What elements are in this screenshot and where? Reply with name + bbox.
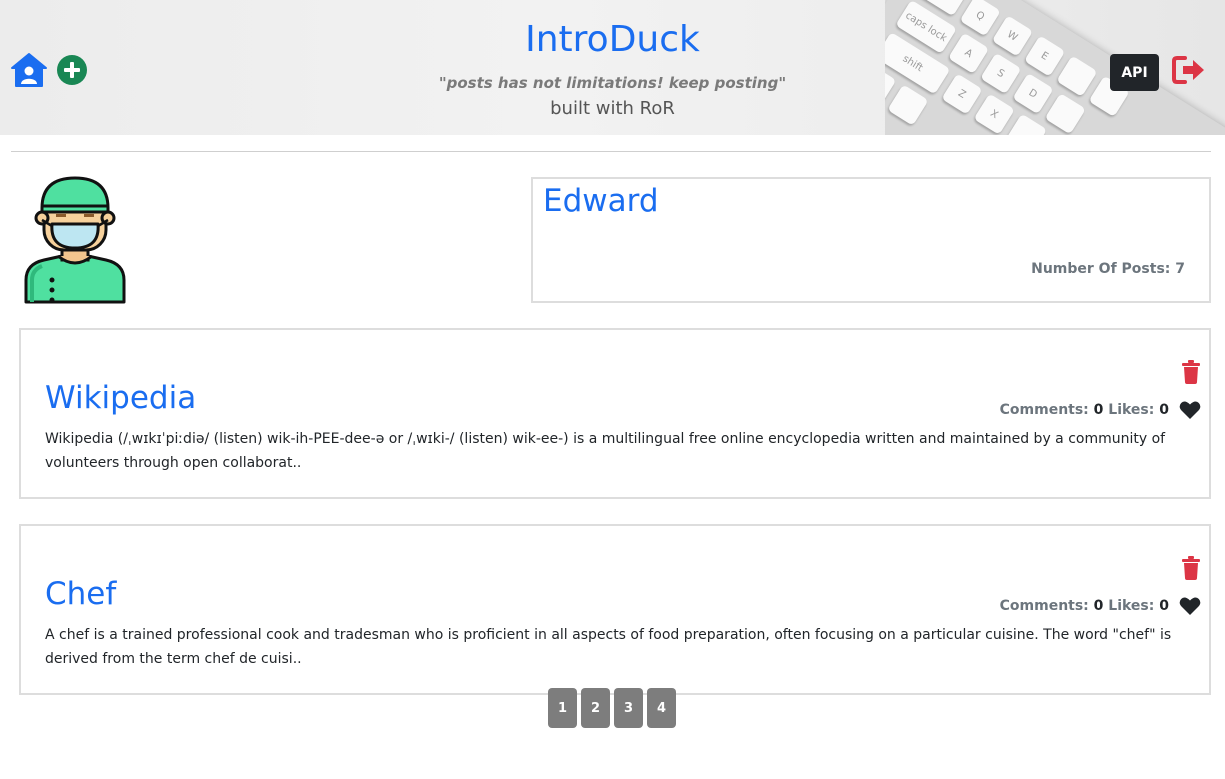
key-w: W (991, 15, 1034, 57)
trash-icon[interactable] (1181, 556, 1201, 580)
page-3-button[interactable]: 3 (614, 688, 643, 728)
post-title[interactable]: Wikipedia (45, 380, 196, 416)
likes-label: Likes: (1108, 402, 1155, 418)
key-x: X (973, 93, 1015, 135)
post-card: Chef Comments: 0 Likes: 0 A chef is a tr… (19, 524, 1211, 695)
key-blank (887, 84, 929, 126)
site-title[interactable]: IntroDuck (525, 18, 700, 62)
key-q: Q (959, 0, 1001, 37)
heart-icon[interactable] (1179, 596, 1201, 616)
user-home-icon[interactable] (10, 52, 48, 88)
key-e: E (1024, 35, 1066, 77)
header-left-actions (10, 52, 88, 88)
comments-label: Comments: (999, 598, 1089, 614)
key-blank (1005, 113, 1048, 135)
post-excerpt: A chef is a trained professional cook an… (45, 627, 1172, 667)
trash-icon[interactable] (1181, 360, 1201, 384)
comments-count: 0 (1093, 402, 1104, 418)
page-4-button[interactable]: 4 (647, 688, 676, 728)
doctor-avatar (24, 176, 126, 304)
profile-card: Edward Number Of Posts: 7 (531, 177, 1211, 303)
header-divider (11, 151, 1211, 152)
plus-circle-icon[interactable] (56, 54, 88, 86)
sign-out-icon[interactable] (1172, 55, 1206, 85)
post-stats: Comments: 0 Likes: 0 (1000, 402, 1169, 418)
likes-count: 0 (1159, 402, 1169, 418)
likes-label: Likes: (1108, 598, 1155, 614)
comments-count: 0 (1093, 598, 1104, 614)
key-blank (1056, 55, 1098, 97)
key-d: D (1012, 72, 1054, 115)
likes-count: 0 (1159, 598, 1169, 614)
key-s: S (980, 52, 1022, 95)
posts-count: Number Of Posts: 7 (1031, 261, 1185, 277)
heart-icon[interactable] (1179, 400, 1201, 420)
post-excerpt: Wikipedia (/ˌwɪkɪˈpiːdiə/ (listen) wik-i… (45, 431, 1166, 471)
pagination: 1 2 3 4 (548, 688, 676, 728)
comments-label: Comments: (999, 402, 1089, 418)
page-1-button[interactable]: 1 (548, 688, 577, 728)
profile-name: Edward (543, 183, 659, 219)
key-a: A (947, 32, 990, 74)
post-card: Wikipedia Comments: 0 Likes: 0 Wikipedia… (19, 328, 1211, 499)
post-title[interactable]: Chef (45, 576, 116, 612)
key-blank (1044, 93, 1086, 135)
page-2-button[interactable]: 2 (581, 688, 610, 728)
key-z: Z (941, 73, 983, 115)
post-stats: Comments: 0 Likes: 0 (1000, 598, 1169, 614)
header-banner: tab Q W E caps lock A S D shift Z X fn (0, 0, 1225, 135)
api-button[interactable]: API (1110, 54, 1159, 91)
